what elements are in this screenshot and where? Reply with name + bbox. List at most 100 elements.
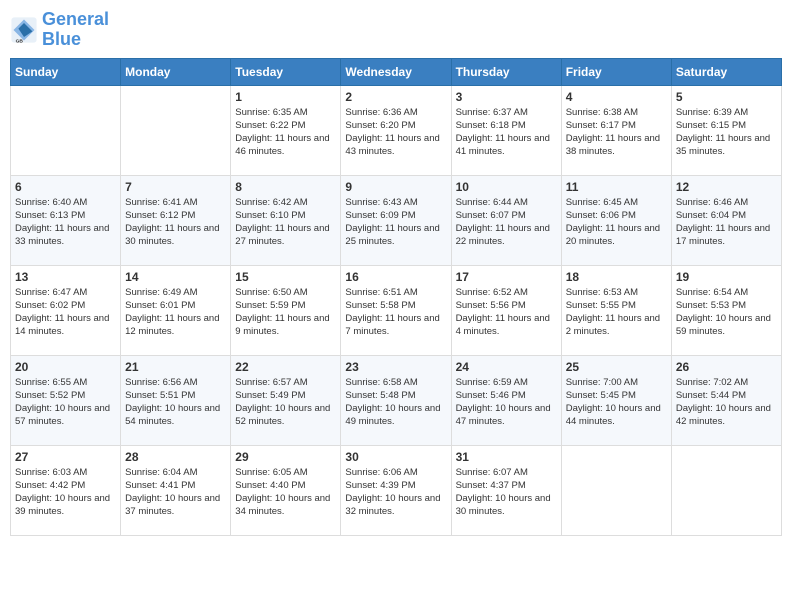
calendar-cell: 1 Sunrise: 6:35 AMSunset: 6:22 PMDaylight… bbox=[231, 85, 341, 175]
day-number: 13 bbox=[15, 270, 116, 284]
day-number: 5 bbox=[676, 90, 777, 104]
day-info: Sunrise: 6:50 AMSunset: 5:59 PMDaylight:… bbox=[235, 286, 336, 339]
day-info: Sunrise: 6:55 AMSunset: 5:52 PMDaylight:… bbox=[15, 376, 116, 429]
day-number: 3 bbox=[456, 90, 557, 104]
day-info: Sunrise: 6:43 AMSunset: 6:09 PMDaylight:… bbox=[345, 196, 446, 249]
day-number: 30 bbox=[345, 450, 446, 464]
day-number: 17 bbox=[456, 270, 557, 284]
calendar-cell: 3 Sunrise: 6:37 AMSunset: 6:18 PMDaylight… bbox=[451, 85, 561, 175]
calendar-cell: 7 Sunrise: 6:41 AMSunset: 6:12 PMDaylight… bbox=[121, 175, 231, 265]
day-number: 26 bbox=[676, 360, 777, 374]
day-number: 6 bbox=[15, 180, 116, 194]
calendar-week-row: 27 Sunrise: 6:03 AMSunset: 4:42 PMDayligh… bbox=[11, 445, 782, 535]
weekday-header: Wednesday bbox=[341, 58, 451, 85]
calendar-cell: 10 Sunrise: 6:44 AMSunset: 6:07 PMDayligh… bbox=[451, 175, 561, 265]
calendar-cell: 14 Sunrise: 6:49 AMSunset: 6:01 PMDayligh… bbox=[121, 265, 231, 355]
day-number: 25 bbox=[566, 360, 667, 374]
calendar-week-row: 6 Sunrise: 6:40 AMSunset: 6:13 PMDaylight… bbox=[11, 175, 782, 265]
calendar-header: SundayMondayTuesdayWednesdayThursdayFrid… bbox=[11, 58, 782, 85]
day-number: 24 bbox=[456, 360, 557, 374]
day-info: Sunrise: 6:57 AMSunset: 5:49 PMDaylight:… bbox=[235, 376, 336, 429]
calendar-cell: 12 Sunrise: 6:46 AMSunset: 6:04 PMDayligh… bbox=[671, 175, 781, 265]
calendar-cell: 9 Sunrise: 6:43 AMSunset: 6:09 PMDaylight… bbox=[341, 175, 451, 265]
day-info: Sunrise: 6:38 AMSunset: 6:17 PMDaylight:… bbox=[566, 106, 667, 159]
day-number: 19 bbox=[676, 270, 777, 284]
day-info: Sunrise: 6:41 AMSunset: 6:12 PMDaylight:… bbox=[125, 196, 226, 249]
day-info: Sunrise: 6:52 AMSunset: 5:56 PMDaylight:… bbox=[456, 286, 557, 339]
calendar-cell: 8 Sunrise: 6:42 AMSunset: 6:10 PMDaylight… bbox=[231, 175, 341, 265]
logo-icon: GB bbox=[10, 16, 38, 44]
day-info: Sunrise: 6:49 AMSunset: 6:01 PMDaylight:… bbox=[125, 286, 226, 339]
day-info: Sunrise: 6:03 AMSunset: 4:42 PMDaylight:… bbox=[15, 466, 116, 519]
day-info: Sunrise: 7:00 AMSunset: 5:45 PMDaylight:… bbox=[566, 376, 667, 429]
calendar-cell: 21 Sunrise: 6:56 AMSunset: 5:51 PMDayligh… bbox=[121, 355, 231, 445]
calendar-cell: 13 Sunrise: 6:47 AMSunset: 6:02 PMDayligh… bbox=[11, 265, 121, 355]
day-info: Sunrise: 6:39 AMSunset: 6:15 PMDaylight:… bbox=[676, 106, 777, 159]
calendar-cell: 30 Sunrise: 6:06 AMSunset: 4:39 PMDayligh… bbox=[341, 445, 451, 535]
day-info: Sunrise: 6:59 AMSunset: 5:46 PMDaylight:… bbox=[456, 376, 557, 429]
calendar-table: SundayMondayTuesdayWednesdayThursdayFrid… bbox=[10, 58, 782, 536]
day-number: 27 bbox=[15, 450, 116, 464]
day-number: 15 bbox=[235, 270, 336, 284]
day-number: 1 bbox=[235, 90, 336, 104]
day-info: Sunrise: 6:04 AMSunset: 4:41 PMDaylight:… bbox=[125, 466, 226, 519]
day-info: Sunrise: 6:40 AMSunset: 6:13 PMDaylight:… bbox=[15, 196, 116, 249]
day-number: 11 bbox=[566, 180, 667, 194]
calendar-cell: 28 Sunrise: 6:04 AMSunset: 4:41 PMDayligh… bbox=[121, 445, 231, 535]
calendar-cell: 23Sunrise: 6:58 AMSunset: 5:48 PMDayligh… bbox=[341, 355, 451, 445]
day-info: Sunrise: 7:02 AMSunset: 5:44 PMDaylight:… bbox=[676, 376, 777, 429]
day-info: Sunrise: 6:05 AMSunset: 4:40 PMDaylight:… bbox=[235, 466, 336, 519]
day-number: 23 bbox=[345, 360, 446, 374]
calendar-cell: 25 Sunrise: 7:00 AMSunset: 5:45 PMDayligh… bbox=[561, 355, 671, 445]
weekday-header: Sunday bbox=[11, 58, 121, 85]
day-number: 10 bbox=[456, 180, 557, 194]
calendar-cell: 29Sunrise: 6:05 AMSunset: 4:40 PMDayligh… bbox=[231, 445, 341, 535]
calendar-cell bbox=[671, 445, 781, 535]
calendar-cell: 5 Sunrise: 6:39 AMSunset: 6:15 PMDaylight… bbox=[671, 85, 781, 175]
calendar-body: 1 Sunrise: 6:35 AMSunset: 6:22 PMDaylight… bbox=[11, 85, 782, 535]
day-number: 21 bbox=[125, 360, 226, 374]
day-info: Sunrise: 6:36 AMSunset: 6:20 PMDaylight:… bbox=[345, 106, 446, 159]
calendar-week-row: 13 Sunrise: 6:47 AMSunset: 6:02 PMDayligh… bbox=[11, 265, 782, 355]
day-number: 16 bbox=[345, 270, 446, 284]
day-info: Sunrise: 6:45 AMSunset: 6:06 PMDaylight:… bbox=[566, 196, 667, 249]
weekday-header: Tuesday bbox=[231, 58, 341, 85]
day-info: Sunrise: 6:56 AMSunset: 5:51 PMDaylight:… bbox=[125, 376, 226, 429]
calendar-cell bbox=[11, 85, 121, 175]
calendar-cell: 4 Sunrise: 6:38 AMSunset: 6:17 PMDaylight… bbox=[561, 85, 671, 175]
day-number: 8 bbox=[235, 180, 336, 194]
day-info: Sunrise: 6:54 AMSunset: 5:53 PMDaylight:… bbox=[676, 286, 777, 339]
day-info: Sunrise: 6:46 AMSunset: 6:04 PMDaylight:… bbox=[676, 196, 777, 249]
calendar-cell: 31Sunrise: 6:07 AMSunset: 4:37 PMDayligh… bbox=[451, 445, 561, 535]
day-number: 4 bbox=[566, 90, 667, 104]
day-number: 12 bbox=[676, 180, 777, 194]
day-number: 28 bbox=[125, 450, 226, 464]
calendar-cell bbox=[121, 85, 231, 175]
calendar-cell: 2Sunrise: 6:36 AMSunset: 6:20 PMDaylight… bbox=[341, 85, 451, 175]
calendar-cell: 17 Sunrise: 6:52 AMSunset: 5:56 PMDayligh… bbox=[451, 265, 561, 355]
day-info: Sunrise: 6:06 AMSunset: 4:39 PMDaylight:… bbox=[345, 466, 446, 519]
day-info: Sunrise: 6:53 AMSunset: 5:55 PMDaylight:… bbox=[566, 286, 667, 339]
calendar-cell: 11 Sunrise: 6:45 AMSunset: 6:06 PMDayligh… bbox=[561, 175, 671, 265]
day-number: 31 bbox=[456, 450, 557, 464]
day-number: 7 bbox=[125, 180, 226, 194]
calendar-cell: 15 Sunrise: 6:50 AMSunset: 5:59 PMDayligh… bbox=[231, 265, 341, 355]
weekday-header: Monday bbox=[121, 58, 231, 85]
day-number: 14 bbox=[125, 270, 226, 284]
day-number: 9 bbox=[345, 180, 446, 194]
logo-text: General Blue bbox=[42, 10, 109, 50]
calendar-cell: 19 Sunrise: 6:54 AMSunset: 5:53 PMDayligh… bbox=[671, 265, 781, 355]
day-info: Sunrise: 6:37 AMSunset: 6:18 PMDaylight:… bbox=[456, 106, 557, 159]
calendar-cell: 26 Sunrise: 7:02 AMSunset: 5:44 PMDayligh… bbox=[671, 355, 781, 445]
svg-text:GB: GB bbox=[16, 38, 24, 43]
calendar-cell: 24 Sunrise: 6:59 AMSunset: 5:46 PMDayligh… bbox=[451, 355, 561, 445]
day-info: Sunrise: 6:44 AMSunset: 6:07 PMDaylight:… bbox=[456, 196, 557, 249]
calendar-cell: 18Sunrise: 6:53 AMSunset: 5:55 PMDayligh… bbox=[561, 265, 671, 355]
day-info: Sunrise: 6:42 AMSunset: 6:10 PMDaylight:… bbox=[235, 196, 336, 249]
day-info: Sunrise: 6:35 AMSunset: 6:22 PMDaylight:… bbox=[235, 106, 336, 159]
day-info: Sunrise: 6:47 AMSunset: 6:02 PMDaylight:… bbox=[15, 286, 116, 339]
day-number: 22 bbox=[235, 360, 336, 374]
day-info: Sunrise: 6:51 AMSunset: 5:58 PMDaylight:… bbox=[345, 286, 446, 339]
calendar-cell: 6 Sunrise: 6:40 AMSunset: 6:13 PMDaylight… bbox=[11, 175, 121, 265]
calendar-cell: 16 Sunrise: 6:51 AMSunset: 5:58 PMDayligh… bbox=[341, 265, 451, 355]
